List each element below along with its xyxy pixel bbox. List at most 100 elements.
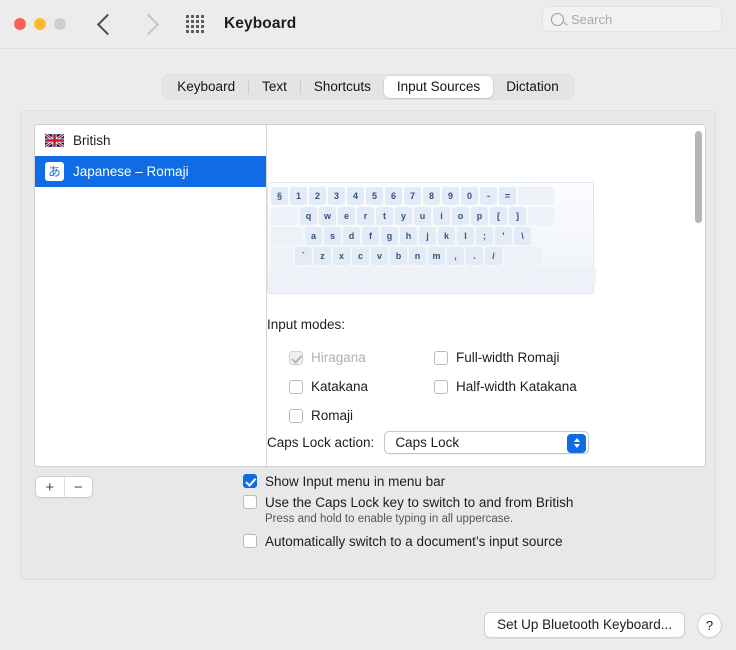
traffic-lights bbox=[14, 18, 66, 30]
keyboard-row-modifiers bbox=[271, 267, 596, 285]
add-remove-source-controls: + − bbox=[35, 476, 93, 498]
checkbox-box bbox=[289, 408, 303, 423]
checkbox-box bbox=[289, 350, 303, 365]
search-input[interactable] bbox=[571, 11, 713, 27]
tab-text[interactable]: Text bbox=[249, 76, 300, 98]
checkbox-auto-switch-document[interactable]: Automatically switch to a document’s inp… bbox=[243, 534, 573, 549]
checkbox-caps-lock-switch[interactable]: Use the Caps Lock key to switch to and f… bbox=[243, 495, 573, 510]
tab-bar: Keyboard Text Shortcuts Input Sources Di… bbox=[162, 74, 574, 100]
minimize-window-button[interactable] bbox=[34, 18, 46, 30]
bottom-options-group: Show Input menu in menu bar Use the Caps… bbox=[243, 474, 573, 555]
key-bracketright: ] bbox=[509, 207, 526, 225]
checkbox-box bbox=[243, 495, 257, 509]
keyboard-row-bottom: ` z x c v b n m , . / bbox=[271, 247, 590, 265]
keyboard-row-top: q w e r t y u i o p [ ] bbox=[271, 207, 590, 225]
key-h: h bbox=[400, 227, 417, 245]
checkbox-box bbox=[243, 534, 257, 548]
key-u: u bbox=[414, 207, 431, 225]
checkbox-hiragana[interactable]: Hiragana bbox=[289, 350, 434, 365]
key-v: v bbox=[371, 247, 388, 265]
key-equals: = bbox=[499, 187, 516, 205]
caps-lock-switch-hint: Press and hold to enable typing in all u… bbox=[265, 513, 514, 525]
list-item-japanese-romaji[interactable]: あ Japanese – Romaji bbox=[35, 156, 266, 187]
key-option-right bbox=[498, 267, 521, 285]
zoom-window-button[interactable] bbox=[54, 18, 66, 30]
show-all-grid-icon[interactable] bbox=[186, 15, 204, 33]
checkbox-label: Full-width Romaji bbox=[456, 350, 560, 365]
caps-lock-action-select[interactable]: Caps Lock bbox=[384, 431, 590, 454]
checkbox-label: Use the Caps Lock key to switch to and f… bbox=[265, 495, 574, 510]
key-5: 5 bbox=[366, 187, 383, 205]
tab-dictation[interactable]: Dictation bbox=[493, 76, 572, 98]
search-icon bbox=[551, 12, 564, 26]
back-chevron-icon[interactable] bbox=[96, 13, 119, 35]
footer-buttons: Set Up Bluetooth Keyboard... ? bbox=[484, 612, 722, 638]
split-panes: British あ Japanese – Romaji § 1 2 3 4 5 … bbox=[34, 124, 706, 467]
detail-scrollbar[interactable] bbox=[695, 129, 702, 464]
checkbox-box bbox=[434, 379, 448, 394]
key-d: d bbox=[343, 227, 360, 245]
japanese-hiragana-a-icon: あ bbox=[45, 162, 64, 181]
checkbox-show-input-menu[interactable]: Show Input menu in menu bar bbox=[243, 474, 573, 489]
list-item-british[interactable]: British bbox=[35, 125, 266, 156]
remove-source-button[interactable]: − bbox=[65, 477, 93, 497]
key-o: o bbox=[452, 207, 469, 225]
key-option-left bbox=[321, 267, 344, 285]
key-tab bbox=[271, 207, 298, 225]
key-shift-right bbox=[504, 247, 542, 265]
key-command-left bbox=[346, 267, 374, 285]
key-x: x bbox=[333, 247, 350, 265]
checkbox-katakana[interactable]: Katakana bbox=[289, 379, 434, 394]
keyboard-row-home: a s d f g h j k l ; ' \ bbox=[271, 227, 590, 245]
key-arrow-right bbox=[573, 267, 596, 285]
input-sources-panel: British あ Japanese – Romaji § 1 2 3 4 5 … bbox=[20, 110, 716, 580]
input-source-list[interactable]: British あ Japanese – Romaji bbox=[35, 125, 267, 466]
key-b: b bbox=[390, 247, 407, 265]
input-modes-row: Katakana Half-width Katakana bbox=[289, 372, 619, 401]
input-modes-row: Hiragana Full-width Romaji bbox=[289, 343, 619, 372]
tab-shortcuts[interactable]: Shortcuts bbox=[301, 76, 384, 98]
key-t: t bbox=[376, 207, 393, 225]
window-titlebar: Keyboard bbox=[0, 0, 736, 49]
input-source-detail-pane: § 1 2 3 4 5 6 7 8 9 0 - = q w e r t y u … bbox=[267, 125, 705, 466]
chevron-up-down-icon bbox=[567, 433, 587, 453]
key-c: c bbox=[352, 247, 369, 265]
checkbox-half-width-katakana[interactable]: Half-width Katakana bbox=[434, 379, 577, 394]
key-control bbox=[296, 267, 319, 285]
help-button[interactable]: ? bbox=[697, 612, 722, 638]
checkbox-full-width-romaji[interactable]: Full-width Romaji bbox=[434, 350, 560, 365]
tab-keyboard[interactable]: Keyboard bbox=[164, 76, 248, 98]
keyboard-layout-preview: § 1 2 3 4 5 6 7 8 9 0 - = q w e r t y u … bbox=[267, 182, 596, 294]
key-6: 6 bbox=[385, 187, 402, 205]
forward-chevron-icon[interactable] bbox=[137, 13, 160, 35]
checkbox-label: Romaji bbox=[311, 408, 354, 423]
key-minus: - bbox=[480, 187, 497, 205]
key-2: 2 bbox=[309, 187, 326, 205]
checkbox-label: Show Input menu in menu bar bbox=[265, 474, 446, 489]
checkbox-romaji[interactable]: Romaji bbox=[289, 408, 434, 423]
caps-lock-action-value: Caps Lock bbox=[395, 435, 460, 450]
tab-input-sources[interactable]: Input Sources bbox=[383, 76, 494, 98]
add-source-button[interactable]: + bbox=[36, 477, 64, 497]
input-modes-group: Hiragana Full-width Romaji Katakana Half… bbox=[289, 343, 619, 430]
input-modes-label: Input modes: bbox=[267, 317, 346, 332]
key-w: w bbox=[319, 207, 336, 225]
detail-scrollbar-thumb[interactable] bbox=[695, 131, 702, 223]
key-1: 1 bbox=[290, 187, 307, 205]
key-z: z bbox=[314, 247, 331, 265]
key-3: 3 bbox=[328, 187, 345, 205]
key-grave: ` bbox=[295, 247, 312, 265]
key-arrow-left bbox=[523, 267, 546, 285]
search-field[interactable] bbox=[542, 6, 722, 32]
key-s: s bbox=[324, 227, 341, 245]
close-window-button[interactable] bbox=[14, 18, 26, 30]
list-item-label: Japanese – Romaji bbox=[73, 164, 189, 179]
set-up-bluetooth-keyboard-button[interactable]: Set Up Bluetooth Keyboard... bbox=[484, 612, 685, 638]
key-comma: , bbox=[447, 247, 464, 265]
key-8: 8 bbox=[423, 187, 440, 205]
checkbox-box bbox=[289, 379, 303, 394]
checkbox-label: Automatically switch to a document’s inp… bbox=[265, 534, 563, 549]
checkbox-box bbox=[434, 350, 448, 365]
key-fn bbox=[271, 267, 294, 285]
key-a: a bbox=[305, 227, 322, 245]
